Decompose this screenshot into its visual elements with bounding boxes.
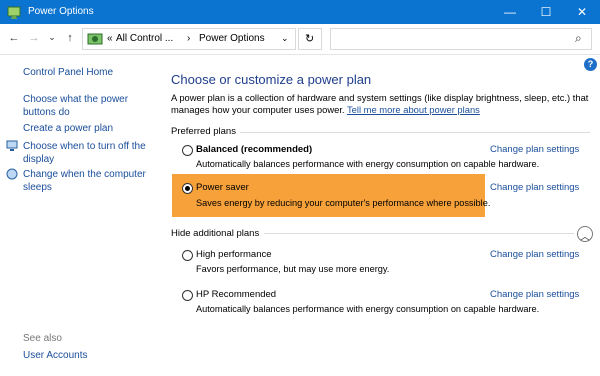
plan-name-power-saver[interactable]: Power saver xyxy=(196,182,249,193)
window-title: Power Options xyxy=(28,6,94,17)
turn-off-display-line2: display xyxy=(23,154,55,165)
intro-line-2: manages how your computer uses power. xyxy=(171,104,345,115)
chevron-up-icon: ︿ xyxy=(580,232,590,243)
control-panel-home-link[interactable]: Control Panel Home xyxy=(23,67,113,78)
back-arrow-icon[interactable]: ← xyxy=(6,32,22,44)
hide-additional-plans-label[interactable]: Hide additional plans xyxy=(171,228,259,239)
help-icon[interactable]: ? xyxy=(584,58,597,71)
power-buttons-line2: buttons do xyxy=(23,107,70,118)
breadcrumb-all-control-panel[interactable]: All Control ... xyxy=(116,33,173,44)
intro-line-2-wrapper: manages how your computer uses power. Te… xyxy=(171,104,480,116)
address-toolbar: ← → ⌄ ↑ « All Control ... › Power Option… xyxy=(0,24,600,55)
minimize-button[interactable]: — xyxy=(492,0,528,24)
display-icon xyxy=(6,140,18,151)
preferred-plans-label: Preferred plans xyxy=(171,126,236,137)
change-plan-settings-hp-recommended[interactable]: Change plan settings xyxy=(490,289,579,300)
power-buttons-link[interactable]: Choose what the power buttons do xyxy=(23,94,128,118)
plan-desc-hp-recommended: Automatically balances performance with … xyxy=(196,304,540,314)
plan-desc-balanced: Automatically balances performance with … xyxy=(196,159,540,169)
recent-locations-icon[interactable]: ⌄ xyxy=(44,32,60,43)
plan-name-hp-recommended[interactable]: HP Recommended xyxy=(196,289,276,300)
plan-desc-high-performance: Favors performance, but may use more ene… xyxy=(196,264,390,274)
forward-arrow-icon[interactable]: → xyxy=(26,32,42,44)
title-bar[interactable]: Power Options — ☐ ✕ xyxy=(0,0,600,24)
maximize-button[interactable]: ☐ xyxy=(528,0,564,24)
selected-plan-highlight xyxy=(172,174,485,217)
change-plan-settings-high-performance[interactable]: Change plan settings xyxy=(490,249,579,260)
section-divider xyxy=(240,132,590,133)
address-field[interactable]: « All Control ... › Power Options ⌄ xyxy=(82,28,296,50)
plan-name-balanced[interactable]: Balanced (recommended) xyxy=(196,144,312,155)
breadcrumb-power-options[interactable]: Power Options xyxy=(199,33,265,44)
power-plans-help-link[interactable]: Tell me more about power plans xyxy=(347,104,480,115)
power-saver-radio[interactable] xyxy=(182,183,193,194)
user-accounts-link[interactable]: User Accounts xyxy=(23,350,87,361)
refresh-button[interactable]: ↻ xyxy=(298,28,322,50)
turn-off-display-link[interactable]: Choose when to turn off the display xyxy=(23,141,146,165)
see-also-label: See also xyxy=(23,333,62,344)
refresh-icon: ↻ xyxy=(305,33,315,45)
page-title: Choose or customize a power plan xyxy=(171,72,372,87)
collapse-button[interactable]: ︿ xyxy=(577,226,593,243)
high-performance-radio[interactable] xyxy=(182,250,193,261)
breadcrumb-separator[interactable]: › xyxy=(187,33,190,44)
power-options-icon xyxy=(7,6,21,19)
create-power-plan-link[interactable]: Create a power plan xyxy=(23,123,113,134)
address-dropdown-icon[interactable]: ⌄ xyxy=(281,33,289,44)
breadcrumb-prefix[interactable]: « xyxy=(107,33,113,44)
computer-sleeps-line2: sleeps xyxy=(23,182,52,193)
section-divider xyxy=(264,233,574,234)
power-buttons-line1: Choose what the power xyxy=(23,94,129,105)
computer-sleeps-link[interactable]: Change when the computer sleeps xyxy=(23,169,146,193)
plan-desc-power-saver: Saves energy by reducing your computer's… xyxy=(196,198,491,208)
intro-line-1: A power plan is a collection of hardware… xyxy=(171,92,589,103)
balanced-radio[interactable] xyxy=(182,145,193,156)
control-panel-icon xyxy=(87,33,103,45)
turn-off-display-line1: Choose when to turn off the xyxy=(23,141,146,152)
change-plan-settings-power-saver[interactable]: Change plan settings xyxy=(490,182,579,193)
close-button[interactable]: ✕ xyxy=(564,0,600,24)
search-input[interactable]: ⌕ xyxy=(330,28,592,50)
search-icon[interactable]: ⌕ xyxy=(575,31,582,46)
up-arrow-icon[interactable]: ↑ xyxy=(62,32,78,44)
computer-sleeps-line1: Change when the computer xyxy=(23,169,146,180)
hp-recommended-radio[interactable] xyxy=(182,290,193,301)
plan-name-high-performance[interactable]: High performance xyxy=(196,249,272,260)
sleep-icon xyxy=(6,168,18,180)
sidebar: Control Panel Home Choose what the power… xyxy=(0,54,160,376)
change-plan-settings-balanced[interactable]: Change plan settings xyxy=(490,144,579,155)
